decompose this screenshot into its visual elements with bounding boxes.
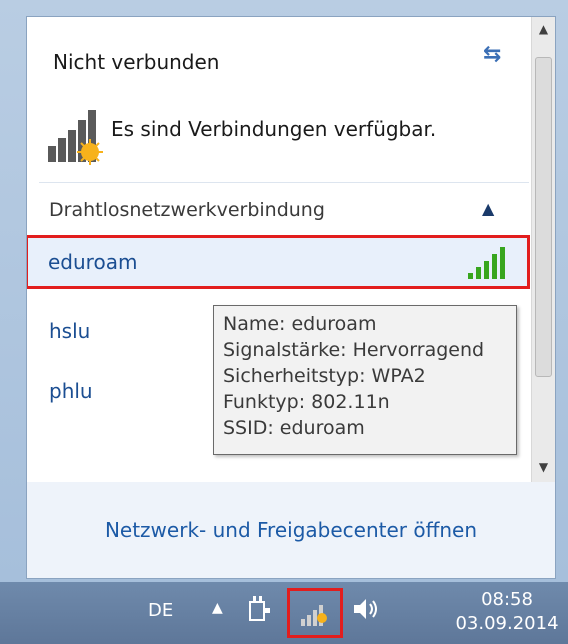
footer: Netzwerk- und Freigabecenter öffnen	[26, 482, 556, 579]
network-flyout: Nicht verbunden ⇆ Es sind Verbindungen v…	[0, 0, 568, 582]
scroll-up-icon[interactable]: ▲	[534, 19, 553, 39]
scrollbar[interactable]: ▲ ▼	[531, 17, 555, 482]
speaker-icon[interactable]	[350, 594, 380, 624]
network-panel: Nicht verbunden ⇆ Es sind Verbindungen v…	[26, 16, 556, 483]
taskbar: DE ▲ 08:58 03.09.2014	[0, 582, 568, 644]
scroll-thumb[interactable]	[535, 57, 552, 377]
clock-time: 08:58	[481, 589, 533, 610]
chevron-up-icon[interactable]: ▲	[482, 199, 494, 218]
signal-bars-icon	[468, 247, 505, 279]
tooltip-line: SSID: eduroam	[223, 417, 365, 439]
clock-date: 03.09.2014	[455, 613, 559, 634]
available-networks-icon	[48, 110, 103, 165]
tooltip-line: Name: eduroam	[223, 313, 377, 335]
clock[interactable]: 08:58 03.09.2014	[455, 588, 559, 636]
network-name: eduroam	[48, 250, 138, 274]
network-tooltip: Name: eduroam Signalstärke: Hervorragend…	[213, 305, 517, 455]
availability-text: Es sind Verbindungen verfügbar.	[111, 117, 437, 141]
section-header: Drahtlosnetzwerkverbindung	[49, 199, 325, 221]
tooltip-line: Funktyp: 802.11n	[223, 391, 390, 413]
scroll-down-icon[interactable]: ▼	[534, 457, 553, 477]
divider	[39, 182, 529, 183]
power-plug-icon[interactable]	[244, 594, 274, 624]
network-icon	[301, 605, 327, 626]
connection-status-title: Nicht verbunden	[53, 50, 220, 74]
network-item-eduroam[interactable]: eduroam	[27, 235, 530, 289]
network-center-link[interactable]: Netzwerk- und Freigabecenter öffnen	[27, 518, 555, 542]
network-name: phlu	[49, 379, 93, 403]
language-indicator[interactable]: DE	[148, 600, 173, 621]
show-hidden-icons-icon[interactable]: ▲	[212, 600, 223, 616]
network-name: hslu	[49, 319, 91, 343]
tooltip-line: Sicherheitstyp: WPA2	[223, 365, 426, 387]
refresh-icon[interactable]: ⇆	[483, 42, 501, 67]
tooltip-line: Signalstärke: Hervorragend	[223, 339, 485, 361]
network-tray-button[interactable]	[287, 588, 343, 638]
